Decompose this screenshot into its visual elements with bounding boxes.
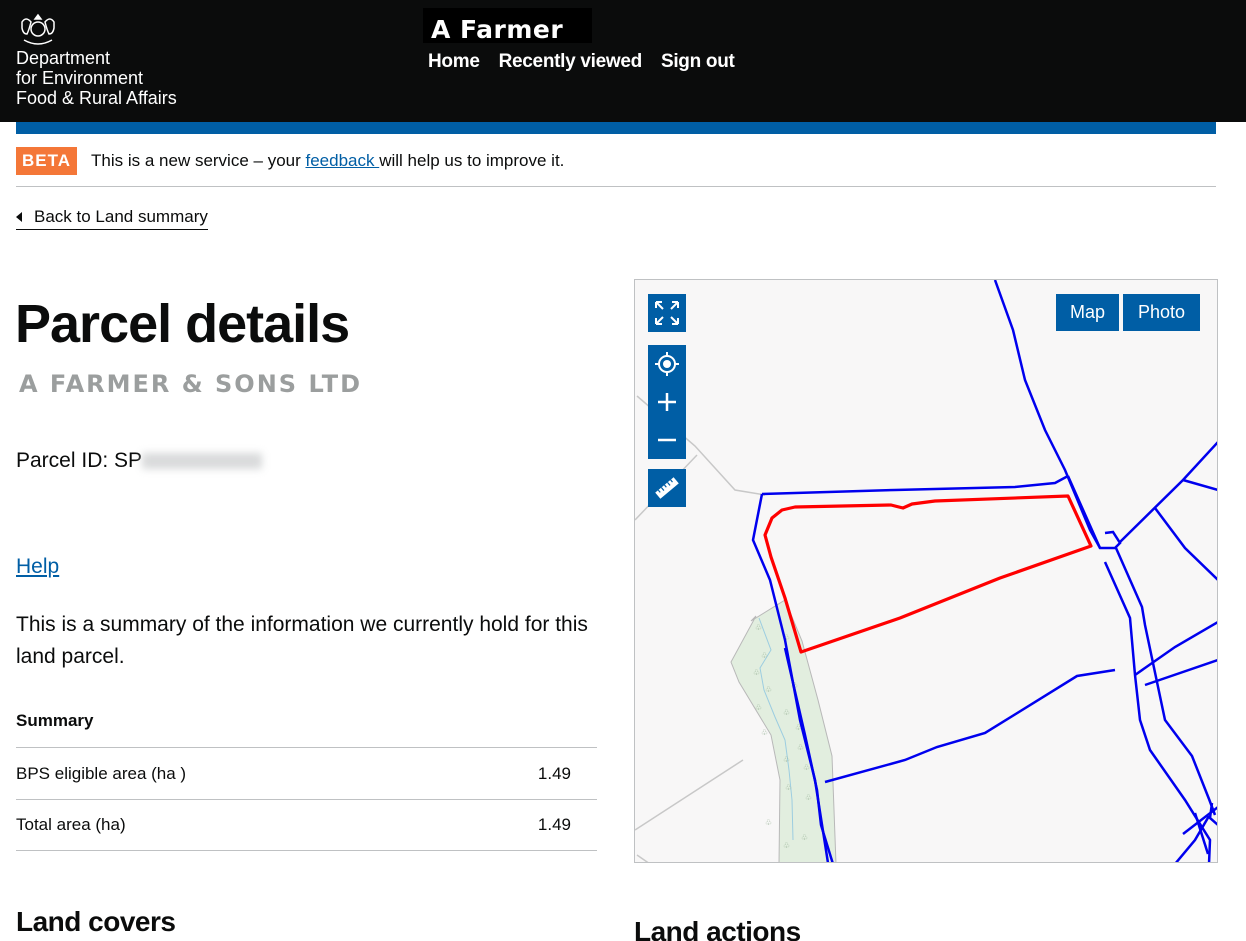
zoom-in-button[interactable] bbox=[648, 383, 686, 421]
map-layer-button[interactable]: Map bbox=[1056, 294, 1119, 331]
zoom-out-icon bbox=[658, 438, 676, 442]
parcel-id-value: SP bbox=[114, 449, 143, 472]
table-row: BPS eligible area (ha ) 1.49 bbox=[16, 747, 597, 799]
svg-text:♧: ♧ bbox=[761, 728, 768, 737]
land-covers-heading: Land covers bbox=[16, 906, 176, 937]
nav-recently-viewed[interactable]: Recently viewed bbox=[499, 51, 643, 73]
svg-text:♧: ♧ bbox=[761, 651, 768, 660]
help-link[interactable]: Help bbox=[16, 555, 59, 579]
svg-text:♧: ♧ bbox=[755, 703, 762, 712]
measure-icon bbox=[655, 477, 679, 499]
svg-text:♧: ♧ bbox=[805, 793, 812, 802]
svg-text:♧: ♧ bbox=[783, 841, 790, 850]
header-stripe bbox=[16, 122, 1216, 134]
back-link[interactable]: Back to Land summary bbox=[16, 207, 208, 230]
department-name: Department for Environment Food & Rural … bbox=[16, 48, 177, 108]
user-name: A Farmer bbox=[431, 15, 564, 44]
svg-text:♧: ♧ bbox=[755, 623, 762, 632]
map-canvas[interactable]: ♧♧♧ ♧♧♧ ♧♧♧ ♧♧♧ ♧♧♧ ♧♧♧ bbox=[635, 280, 1218, 863]
summary-heading: Summary bbox=[16, 711, 94, 730]
svg-text:♧: ♧ bbox=[765, 685, 772, 694]
royal-crest-icon bbox=[21, 13, 55, 45]
fullscreen-button[interactable] bbox=[648, 294, 686, 332]
svg-text:♧: ♧ bbox=[753, 668, 760, 677]
site-header: Department for Environment Food & Rural … bbox=[0, 0, 1246, 122]
row-value: 1.49 bbox=[537, 763, 571, 783]
svg-text:♧: ♧ bbox=[803, 763, 810, 772]
measure-button[interactable] bbox=[648, 469, 686, 507]
fullscreen-icon bbox=[655, 301, 679, 325]
svg-text:♧: ♧ bbox=[785, 783, 792, 792]
header-nav: Home Recently viewed Sign out bbox=[428, 51, 735, 73]
caret-left-icon bbox=[16, 212, 22, 222]
banner-divider bbox=[16, 186, 1216, 187]
summary-table: BPS eligible area (ha ) 1.49 Total area … bbox=[16, 747, 597, 851]
nav-home[interactable]: Home bbox=[428, 51, 480, 73]
row-value: 1.49 bbox=[537, 815, 571, 834]
department-line: Food & Rural Affairs bbox=[16, 88, 177, 108]
beta-banner: BETA This is a new service – your feedba… bbox=[16, 147, 564, 175]
parcel-id-redacted bbox=[142, 453, 263, 470]
locate-icon bbox=[655, 352, 679, 376]
parcel-map[interactable]: ♧ ♧ ♧ ♧ ♧ ♧ ♧ ♧ ♧ ♧ ♧ ♧ ♧ ♧ ♧ ♧ ♧ ♧ Map … bbox=[634, 279, 1218, 863]
parcel-id-label: Parcel ID: bbox=[16, 449, 115, 472]
zoom-out-button[interactable] bbox=[648, 421, 686, 459]
row-label: Total area (ha) bbox=[16, 815, 126, 834]
selected-parcel-outline bbox=[763, 494, 1093, 654]
table-row: Total area (ha) 1.49 bbox=[16, 799, 597, 851]
business-name: A FARMER & SONS LTD bbox=[19, 370, 363, 398]
beta-text: This is a new service – your feedback wi… bbox=[91, 151, 564, 171]
zoom-in-icon bbox=[658, 393, 676, 411]
page-title: Parcel details bbox=[15, 294, 350, 354]
row-label: BPS eligible area (ha ) bbox=[16, 763, 187, 783]
feedback-link[interactable]: feedback bbox=[305, 151, 379, 170]
land-actions-heading: Land actions bbox=[634, 916, 801, 941]
lead-paragraph: This is a summary of the information we … bbox=[16, 613, 588, 668]
svg-text:♧: ♧ bbox=[783, 708, 790, 717]
locate-button[interactable] bbox=[648, 345, 686, 383]
svg-text:♧: ♧ bbox=[801, 833, 808, 842]
svg-text:♧: ♧ bbox=[765, 818, 772, 827]
nav-sign-out[interactable]: Sign out bbox=[661, 51, 735, 73]
parcel-id: Parcel ID: SP bbox=[16, 449, 263, 473]
svg-text:♧: ♧ bbox=[783, 755, 790, 764]
map-background-lines bbox=[635, 395, 766, 862]
department-line: for Environment bbox=[16, 68, 144, 88]
map-zoom-controls bbox=[648, 345, 686, 459]
beta-tag: BETA bbox=[16, 147, 78, 175]
photo-layer-button[interactable]: Photo bbox=[1123, 294, 1200, 331]
beta-text-after: will help us to improve it. bbox=[379, 151, 565, 170]
back-link-label: Back to Land summary bbox=[34, 207, 208, 226]
beta-text-before: This is a new service – your bbox=[91, 151, 306, 170]
department-line: Department bbox=[16, 48, 111, 68]
svg-text:♧: ♧ bbox=[797, 743, 804, 752]
